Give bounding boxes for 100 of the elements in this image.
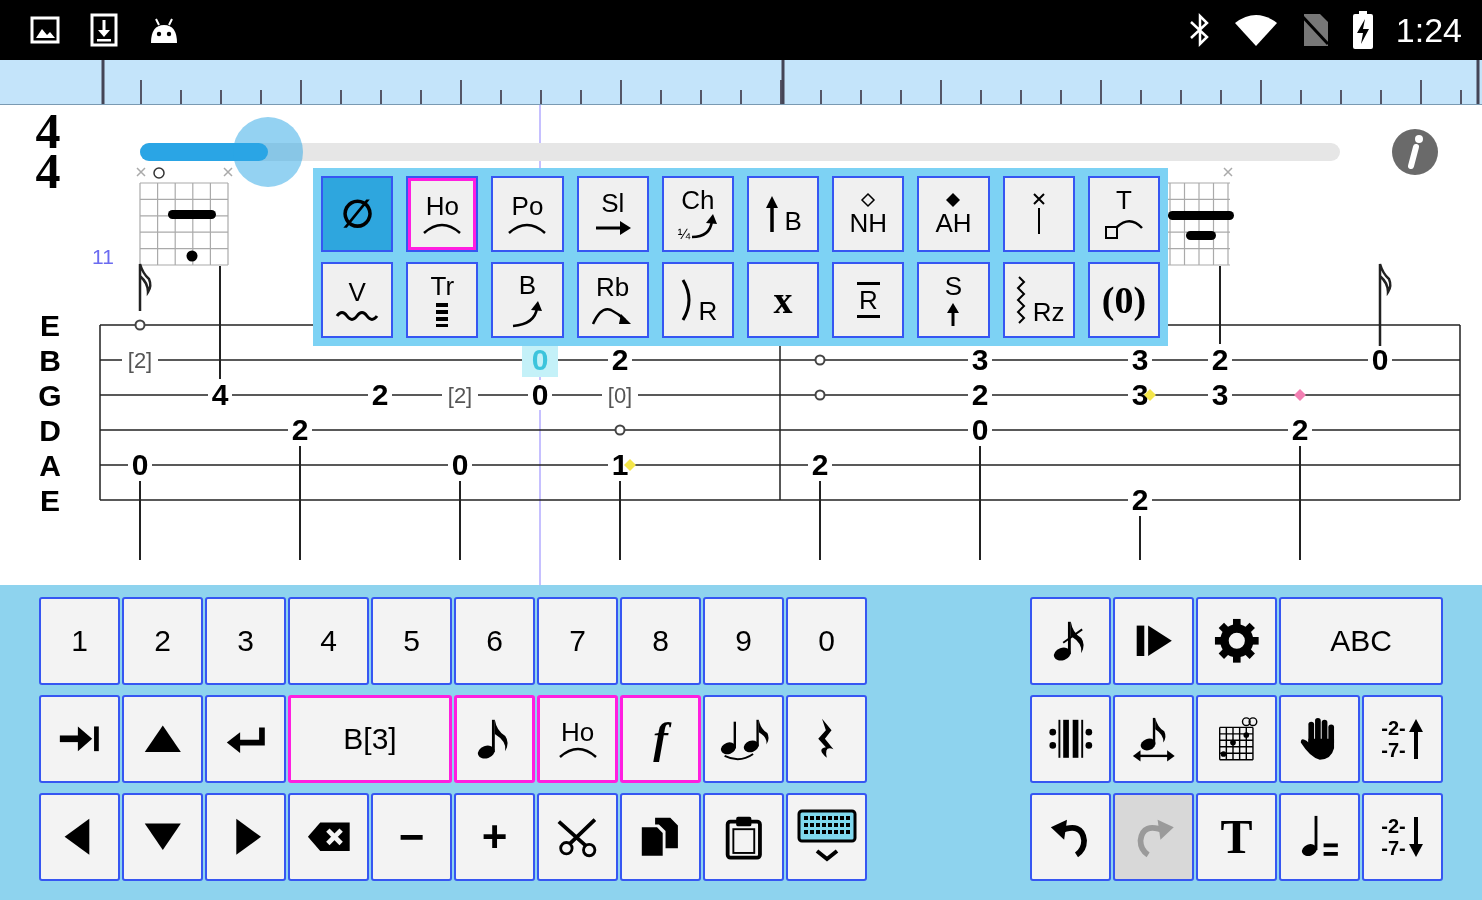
icon-key[interactable] [1030, 695, 1111, 783]
articulation-button[interactable]: S [917, 262, 990, 338]
text-key[interactable]: 2 [122, 597, 203, 685]
fret-number: 0 [531, 343, 549, 376]
circle-marker [814, 389, 826, 401]
fret-number: 3 [971, 343, 989, 376]
text-key[interactable]: ABC [1279, 597, 1443, 685]
icon-key[interactable] [786, 695, 867, 783]
fret-number: 2 [811, 448, 829, 481]
text-key[interactable]: 6 [454, 597, 535, 685]
articulation-button[interactable]: T [1087, 176, 1160, 252]
icon-key[interactable] [205, 695, 286, 783]
string-name: E [40, 309, 60, 342]
ghost-fret-number: [0] [607, 383, 633, 408]
string-name: B [39, 344, 61, 377]
articulation-button[interactable]: ∅ [321, 176, 394, 252]
articulation-button[interactable]: V [321, 262, 394, 338]
icon-key[interactable] [1279, 793, 1360, 881]
curved-arrow-icon [690, 213, 719, 241]
bars-icon [434, 301, 451, 327]
icon-key[interactable] [1030, 793, 1111, 881]
articulation-button[interactable]: Ho [406, 176, 479, 252]
battery-icon [1351, 11, 1374, 49]
icon-key[interactable] [786, 793, 867, 881]
clock-time: 1:24 [1395, 13, 1462, 47]
text-key[interactable]: 1 [39, 597, 120, 685]
fret-number: 0 [451, 448, 469, 481]
fret-number: 3 [1131, 343, 1149, 376]
fret-number: 0 [1371, 343, 1389, 376]
articulation-key[interactable]: Ho [537, 695, 618, 783]
text-style-key[interactable]: T [1196, 793, 1277, 881]
image-icon [30, 16, 60, 44]
measure-number: 11 [92, 245, 114, 268]
icon-key[interactable] [454, 695, 535, 783]
arc-icon [557, 745, 598, 759]
icon-key[interactable] [1196, 597, 1277, 685]
icon-key[interactable] [1196, 695, 1277, 783]
timeline-ruler[interactable] [0, 60, 1482, 105]
icon-key[interactable] [620, 793, 701, 881]
transpose-key[interactable]: -2- -7- [1362, 695, 1443, 783]
text-key[interactable]: B[3] [288, 695, 452, 783]
fret-number: 2 [1131, 483, 1149, 516]
symbol-key[interactable]: − [371, 793, 452, 881]
icon-key[interactable] [1030, 597, 1111, 685]
articulation-button[interactable]: Tr [406, 262, 479, 338]
icon-key[interactable] [122, 793, 203, 881]
icon-key[interactable] [1113, 597, 1194, 685]
icon-key[interactable] [703, 695, 784, 783]
transpose-key[interactable]: -2- -7- [1362, 793, 1443, 881]
articulation-button[interactable]: (0) [1087, 262, 1160, 338]
text-key[interactable]: 9 [703, 597, 784, 685]
icon-key[interactable] [703, 793, 784, 881]
settings-icon [1213, 618, 1260, 664]
articulation-button[interactable]: R [832, 262, 905, 338]
symbol-key[interactable]: + [454, 793, 535, 881]
icon-key[interactable] [39, 695, 120, 783]
articulation-button[interactable]: x [747, 262, 820, 338]
articulation-button[interactable]: AH [917, 176, 990, 252]
ghost-fret-number: [2] [447, 383, 473, 408]
dynamic-key[interactable]: f [620, 695, 701, 783]
icon-key[interactable] [537, 793, 618, 881]
text-key[interactable]: 5 [371, 597, 452, 685]
articulation-button[interactable]: NH [832, 176, 905, 252]
ghost-fret-number: [2] [127, 348, 153, 373]
text-key[interactable]: 0 [786, 597, 867, 685]
articulation-button[interactable]: Ch ¼ [661, 176, 734, 252]
fret-number: 1 [611, 448, 629, 481]
fret-number: 2 [611, 343, 629, 376]
articulation-button[interactable]: Rz [1002, 262, 1075, 338]
articulation-button[interactable]: R [661, 262, 734, 338]
articulation-button[interactable]: Po [491, 176, 564, 252]
string-name: D [39, 414, 61, 447]
fret-number: 0 [131, 448, 149, 481]
arc-icon [422, 221, 463, 235]
articulation-button[interactable]: B [747, 176, 820, 252]
string-name: E [40, 484, 60, 517]
text-key[interactable]: 8 [620, 597, 701, 685]
note-stem [138, 262, 152, 311]
text-key[interactable]: 7 [537, 597, 618, 685]
icon-key[interactable] [1113, 695, 1194, 783]
note-double-arrow-icon [1130, 716, 1177, 762]
string-name: G [38, 379, 62, 412]
diamond-icon [860, 192, 877, 208]
text-key[interactable]: 4 [288, 597, 369, 685]
info-icon[interactable] [1392, 129, 1438, 175]
articulation-button[interactable]: B [491, 262, 564, 338]
arc-icon [507, 221, 548, 235]
download-icon [90, 13, 118, 47]
fret-number: 2 [371, 378, 389, 411]
icon-key[interactable] [122, 695, 203, 783]
icon-key[interactable] [205, 793, 286, 881]
articulation-button[interactable]: Sl [576, 176, 649, 252]
circle-marker [814, 354, 826, 366]
icon-key[interactable] [1279, 695, 1360, 783]
text-key[interactable]: 3 [205, 597, 286, 685]
arrow-up-icon [764, 194, 781, 234]
articulation-button[interactable]: Rb [576, 262, 649, 338]
icon-key[interactable] [39, 793, 120, 881]
articulation-button[interactable] [1002, 176, 1075, 252]
icon-key[interactable] [288, 793, 369, 881]
